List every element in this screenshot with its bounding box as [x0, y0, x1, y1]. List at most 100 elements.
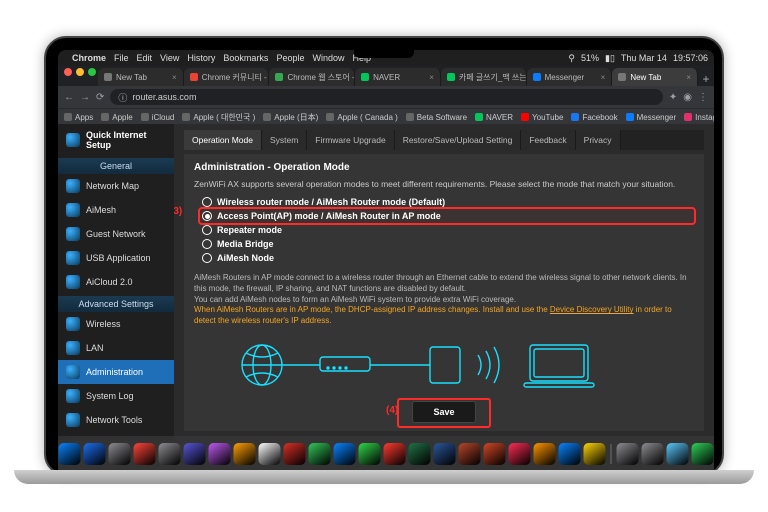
- favicon: [533, 73, 541, 81]
- bookmark-item[interactable]: Apps: [64, 113, 93, 122]
- menu-edit[interactable]: Edit: [137, 53, 153, 63]
- mode-radio[interactable]: Wireless router mode / AiMesh Router mod…: [200, 195, 694, 209]
- admin-subtabs: Operation ModeSystemFirmware UpgradeRest…: [184, 130, 704, 150]
- dock-app-icon[interactable]: [484, 443, 506, 465]
- close-window-button[interactable]: [64, 68, 72, 76]
- dock-app-icon[interactable]: [359, 443, 381, 465]
- dock-app-icon[interactable]: [617, 443, 639, 465]
- extensions-icon[interactable]: ✦: [669, 92, 677, 103]
- sidebar-item[interactable]: LAN: [58, 336, 174, 360]
- sidebar-label: Network Tools: [86, 415, 142, 425]
- dock-app-icon[interactable]: [642, 443, 664, 465]
- browser-tab[interactable]: Messenger×: [527, 68, 613, 86]
- dock-app-icon[interactable]: [59, 443, 81, 465]
- site-info-icon[interactable]: ⓘ: [118, 91, 127, 104]
- browser-tab[interactable]: 카페 글쓰기_맥 쓰는 사…×: [441, 68, 527, 86]
- dock-app-icon[interactable]: [284, 443, 306, 465]
- dock-app-icon[interactable]: [434, 443, 456, 465]
- address-bar[interactable]: ⓘ router.asus.com: [110, 89, 662, 105]
- dock-app-icon[interactable]: [109, 443, 131, 465]
- minimize-window-button[interactable]: [76, 68, 84, 76]
- dock-app-icon[interactable]: [459, 443, 481, 465]
- sidebar-item[interactable]: AiMesh: [58, 198, 174, 222]
- menu-history[interactable]: History: [187, 53, 215, 63]
- subtab[interactable]: Firmware Upgrade: [307, 130, 394, 150]
- mode-radio[interactable]: Media Bridge: [200, 237, 694, 251]
- subtab[interactable]: Operation Mode: [184, 130, 262, 150]
- dock-app-icon[interactable]: [209, 443, 231, 465]
- bookmark-item[interactable]: YouTube: [521, 113, 563, 122]
- subtab[interactable]: Feedback: [521, 130, 575, 150]
- forward-button[interactable]: →: [80, 92, 90, 103]
- menu-bookmarks[interactable]: Bookmarks: [223, 53, 268, 63]
- bookmark-item[interactable]: Apple (日本): [263, 112, 318, 123]
- dock-app-icon[interactable]: [384, 443, 406, 465]
- subtab[interactable]: Restore/Save/Upload Setting: [395, 130, 522, 150]
- bookmark-item[interactable]: NAVER: [475, 113, 513, 122]
- close-tab-icon[interactable]: ×: [686, 73, 691, 82]
- bookmark-item[interactable]: Apple ( Canada ): [326, 113, 397, 122]
- dock-app-icon[interactable]: [84, 443, 106, 465]
- dock-app-icon[interactable]: [509, 443, 531, 465]
- chrome-menu-icon[interactable]: ⋮: [698, 92, 708, 103]
- subtab[interactable]: Privacy: [576, 130, 621, 150]
- browser-tab[interactable]: NAVER×: [355, 68, 441, 86]
- menu-file[interactable]: File: [114, 53, 129, 63]
- sidebar-item[interactable]: AiCloud 2.0: [58, 270, 174, 294]
- menu-window[interactable]: Window: [312, 53, 344, 63]
- mode-radio[interactable]: Repeater mode: [200, 223, 694, 237]
- dock-app-icon[interactable]: [159, 443, 181, 465]
- close-tab-icon[interactable]: ×: [601, 73, 606, 82]
- sidebar-item[interactable]: Guest Network: [58, 222, 174, 246]
- bookmark-item[interactable]: Messenger: [626, 113, 677, 122]
- profile-icon[interactable]: ◉: [683, 92, 692, 103]
- dock-app-icon[interactable]: [409, 443, 431, 465]
- dock-app-icon[interactable]: [559, 443, 581, 465]
- panel-desc: ZenWiFi AX supports several operation mo…: [194, 179, 694, 189]
- back-button[interactable]: ←: [64, 92, 74, 103]
- sidebar-item[interactable]: Wireless: [58, 312, 174, 336]
- mode-radio[interactable]: Access Point(AP) mode / AiMesh Router in…: [200, 209, 694, 223]
- browser-tab[interactable]: New Tab×: [98, 68, 184, 86]
- dock-app-icon[interactable]: [692, 443, 714, 465]
- dock-app-icon[interactable]: [667, 443, 689, 465]
- quick-internet-setup[interactable]: Quick Internet Setup: [58, 124, 174, 156]
- browser-tab[interactable]: Chrome 웹 스토어 - …×: [269, 68, 355, 86]
- dock-app-icon[interactable]: [309, 443, 331, 465]
- dock-app-icon[interactable]: [259, 443, 281, 465]
- sidebar-item[interactable]: Network Map: [58, 174, 174, 198]
- bookmark-item[interactable]: Apple ( 대한민국 ): [182, 112, 255, 123]
- dock-app-icon[interactable]: [334, 443, 356, 465]
- battery-pct: 51%: [581, 53, 599, 63]
- zoom-window-button[interactable]: [88, 68, 96, 76]
- close-tab-icon[interactable]: ×: [172, 73, 177, 82]
- sidebar-item[interactable]: USB Application: [58, 246, 174, 270]
- new-tab-button[interactable]: +: [698, 72, 714, 86]
- browser-tab[interactable]: New Tab×: [612, 68, 698, 86]
- mode-radio[interactable]: AiMesh Node: [200, 251, 694, 265]
- dock-app-icon[interactable]: [184, 443, 206, 465]
- dock-app-icon[interactable]: [534, 443, 556, 465]
- reload-button[interactable]: ⟳: [96, 92, 104, 103]
- bookmark-item[interactable]: iCloud: [141, 113, 175, 122]
- subtab[interactable]: System: [262, 130, 307, 150]
- dock-app-icon[interactable]: [584, 443, 606, 465]
- save-button[interactable]: Save: [412, 401, 475, 423]
- browser-tab[interactable]: Chrome 커뮤니티 - Yo…×: [184, 68, 270, 86]
- menu-view[interactable]: View: [160, 53, 179, 63]
- wifi-icon[interactable]: ⚲: [568, 53, 575, 64]
- sidebar-item[interactable]: System Log: [58, 384, 174, 408]
- dock-app-icon[interactable]: [134, 443, 156, 465]
- device-discovery-link[interactable]: Device Discovery Utility: [550, 305, 634, 314]
- bookmark-item[interactable]: Facebook: [571, 113, 617, 122]
- bookmark-item[interactable]: Beta Software: [406, 113, 467, 122]
- sidebar-item[interactable]: Network Tools: [58, 408, 174, 432]
- bookmark-item[interactable]: Instagram: [684, 113, 714, 122]
- dock-app-icon[interactable]: [234, 443, 256, 465]
- mode-label: Media Bridge: [217, 239, 274, 249]
- sidebar-item[interactable]: Administration: [58, 360, 174, 384]
- close-tab-icon[interactable]: ×: [429, 73, 434, 82]
- menubar-app[interactable]: Chrome: [72, 53, 106, 63]
- bookmark-item[interactable]: Apple: [101, 113, 132, 122]
- menu-people[interactable]: People: [276, 53, 304, 63]
